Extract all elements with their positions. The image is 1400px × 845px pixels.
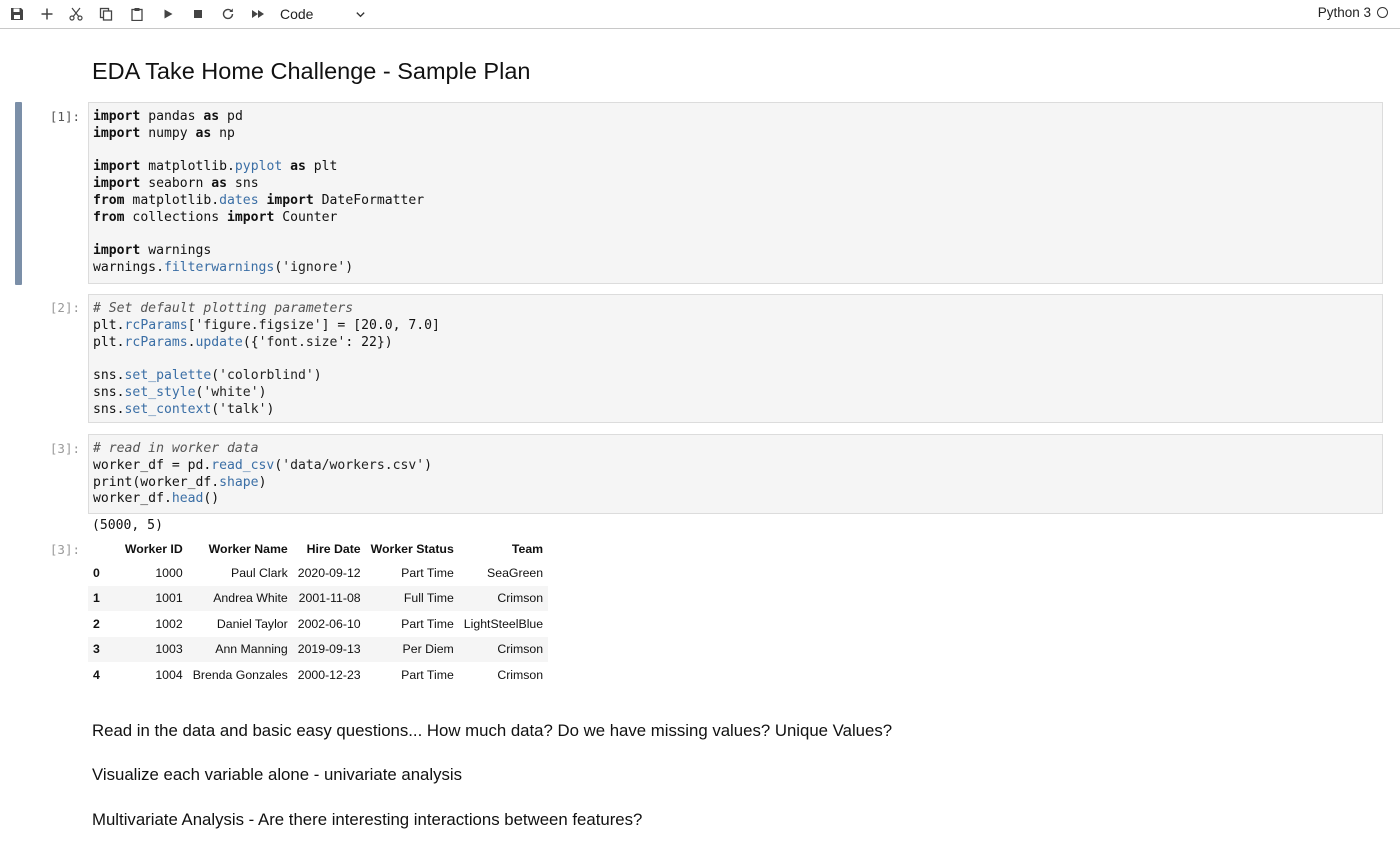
table-cell: 1002 [155,616,183,631]
table-cell: Paul Clark [231,565,288,580]
cell-prompt: [1]: [49,109,80,124]
kernel-name: Python 3 [1317,5,1371,20]
table-cell: SeaGreen [487,565,544,580]
table-header-cell: Worker Status [370,542,454,556]
table-cell: 1000 [155,565,183,580]
code-cell-editor[interactable]: # read in worker data worker_df = pd.rea… [88,434,1383,514]
active-cell-indicator [15,102,22,285]
table-cell: 2019-09-13 [297,642,361,657]
notebook-title: EDA Take Home Challenge - Sample Plan [92,58,531,84]
save-icon [11,8,23,20]
code-cell-editor[interactable]: # Set default plotting parameters plt.rc… [88,294,1383,423]
restart-button[interactable] [216,3,240,25]
stop-icon [194,10,202,18]
table-header-cell: Worker Name [208,542,288,556]
add-cell-button[interactable] [35,3,59,25]
table-cell: Crimson [497,591,544,606]
cell-prompt: [2]: [49,300,80,315]
restart-icon [222,8,234,20]
table-cell: Daniel Taylor [216,616,288,631]
run-icon [164,9,173,19]
chevron-down-icon [356,11,365,17]
paste-button[interactable] [125,3,149,25]
table-cell: 1004 [155,667,183,682]
table-cell: Part Time [401,616,454,631]
table-header-cell: Team [511,542,544,556]
row-index: 1 [93,591,100,606]
copy-icon [99,7,113,21]
cell-type-label: Code [280,6,314,22]
table-row: 4 1004 Brenda Gonzales 2000-12-23 Part T… [88,662,548,688]
output-prompt: [3]: [49,542,80,557]
save-button[interactable] [5,3,29,25]
restart-run-all-button[interactable] [246,3,270,25]
markdown-text: Multivariate Analysis - Are there intere… [92,810,643,829]
code-cell-source: import pandas as pd import numpy as np i… [93,109,425,276]
table-cell: 1003 [155,642,183,657]
copy-button[interactable] [94,3,118,25]
table-cell: Per Diem [402,642,454,657]
table-header-row: Worker ID Worker Name Hire Date Worker S… [88,538,548,560]
table-cell: LightSteelBlue [463,616,544,631]
cut-button[interactable] [64,3,88,25]
fast-forward-icon [252,10,264,18]
plus-icon [41,8,53,20]
table-cell: Brenda Gonzales [192,667,288,682]
notebook-toolbar: Code Python 3 [0,0,1400,29]
table-header-cell: Hire Date [306,542,361,556]
table-cell: Crimson [497,642,544,657]
code-cell-source: # read in worker data worker_df = pd.rea… [93,441,433,507]
table-cell: 2000-12-23 [297,667,361,682]
markdown-text: Read in the data and basic easy question… [92,721,893,740]
table-row: 1 1001 Andrea White 2001-11-08 Full Time… [88,585,549,611]
table-cell: 2020-09-12 [297,565,361,580]
scissors-icon [69,7,83,21]
code-cell-editor[interactable]: import pandas as pd import numpy as np i… [88,102,1383,284]
row-index: 2 [93,616,100,631]
dataframe-output: Worker ID Worker Name Hire Date Worker S… [88,538,549,688]
table-cell: 2001-11-08 [298,591,361,606]
table-row: 0 1000 Paul Clark 2020-09-12 Part Time S… [88,560,548,586]
table-cell: 1001 [155,591,183,606]
table-header-cell: Worker ID [124,542,183,556]
kernel-idle-icon [1377,7,1388,18]
table-cell: Andrea White [213,591,288,606]
interrupt-button[interactable] [186,3,210,25]
table-row: 3 1003 Ann Manning 2019-09-13 Per Diem C… [88,636,549,662]
cell-type-dropdown[interactable]: Code [280,4,366,24]
stream-output: (5000, 5) [92,518,163,533]
kernel-status[interactable]: Python 3 [1318,5,1388,20]
table-cell: Full Time [403,591,454,606]
table-header-cell [88,538,105,560]
cell-prompt: [3]: [49,441,80,456]
markdown-text: Visualize each variable alone - univaria… [92,765,463,784]
table-cell: Crimson [497,667,544,682]
table-cell: Part Time [401,565,454,580]
row-index: 3 [93,642,100,657]
table-cell: Ann Manning [215,642,288,657]
table-cell: 2002-06-10 [297,616,361,631]
run-button[interactable] [156,3,180,25]
paste-icon [131,8,143,21]
row-index: 4 [93,667,100,682]
table-cell: Part Time [401,667,454,682]
table-row: 2 1002 Daniel Taylor 2002-06-10 Part Tim… [88,611,548,637]
row-index: 0 [93,565,100,580]
code-cell-source: # Set default plotting parameters plt.rc… [93,301,440,417]
